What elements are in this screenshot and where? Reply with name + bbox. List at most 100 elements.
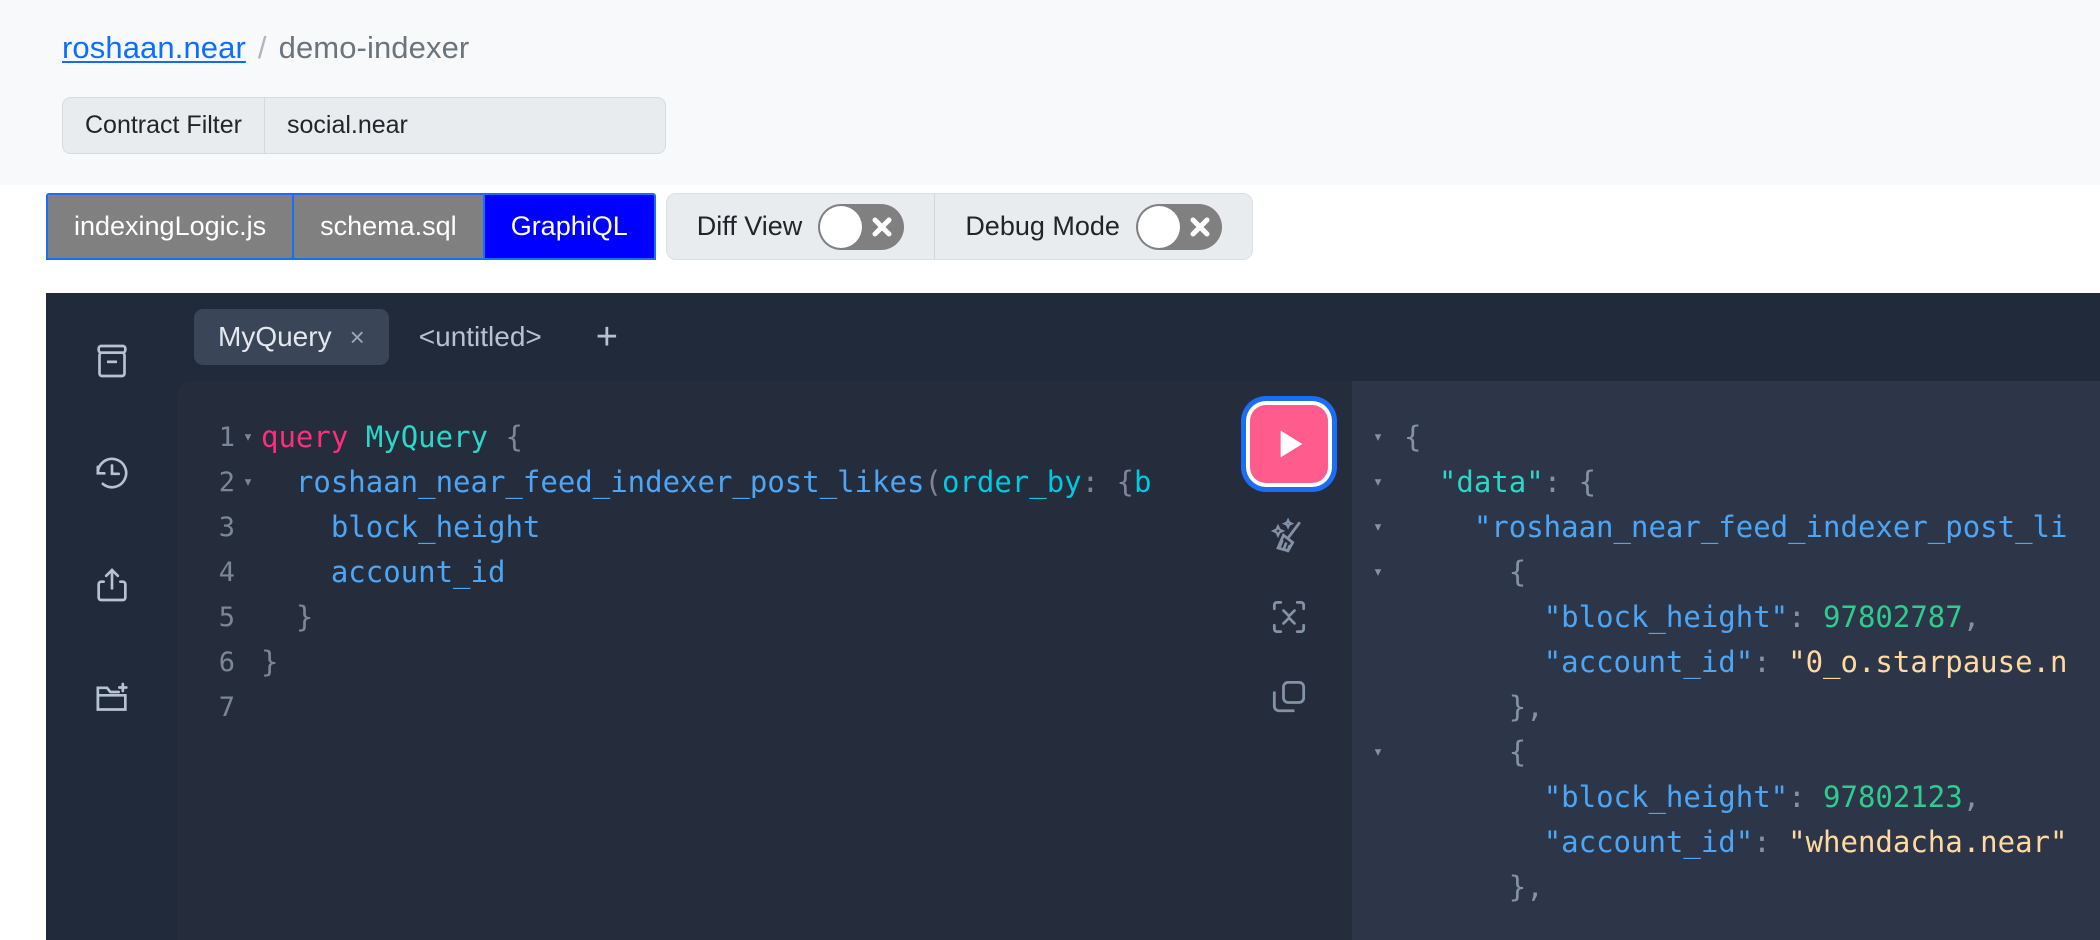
merge-fragments-icon[interactable] xyxy=(1263,591,1315,643)
code-line: 4 account_id xyxy=(177,550,1352,595)
json-line: ▾{ xyxy=(1352,415,2100,460)
tab-schema-sql-label: schema.sql xyxy=(320,211,457,241)
fold-caret-icon[interactable]: ▾ xyxy=(1352,460,1404,505)
query-tab-untitled[interactable]: <untitled> xyxy=(395,309,566,365)
line-number: 5 xyxy=(218,602,235,633)
debug-mode-switch[interactable] xyxy=(1135,203,1222,250)
query-tabbar: MyQuery × <untitled> + xyxy=(177,293,2100,381)
diff-view-label: Diff View xyxy=(696,211,803,241)
debug-mode-toggle-cell: Debug Mode xyxy=(935,194,1252,259)
contract-filter-group: Contract Filter xyxy=(62,97,666,154)
json-line-text: { xyxy=(1404,735,1527,769)
json-line-text: "data": { xyxy=(1438,465,1597,499)
graphiql-panes: 1 ▾ query MyQuery {2 ▾ roshaan_near_feed_in… xyxy=(177,381,2100,940)
breadcrumb-account-link[interactable]: roshaan.near xyxy=(62,30,246,66)
graphiql-sidebar xyxy=(46,293,177,940)
file-tabs: indexingLogic.js schema.sql GraphiQL xyxy=(46,193,656,260)
code-line-text: } xyxy=(261,645,279,679)
line-number: 3 xyxy=(218,512,235,543)
json-line-text: { xyxy=(1404,420,1422,454)
contract-filter-label: Contract Filter xyxy=(63,98,265,153)
json-line: ▾ "data": { xyxy=(1352,460,2100,505)
json-line: }, xyxy=(1352,865,2100,910)
query-editor-pane[interactable]: 1 ▾ query MyQuery {2 ▾ roshaan_near_feed_in… xyxy=(177,381,1352,940)
response-pane[interactable]: ▾{▾ "data": {▾ "roshaan_near_feed_indexe… xyxy=(1352,381,2100,940)
contract-filter-input[interactable] xyxy=(264,98,665,153)
json-line: "account_id": "whendacha.near" xyxy=(1352,820,2100,865)
docs-book-icon[interactable] xyxy=(89,338,135,384)
tab-indexing-logic-label: indexingLogic.js xyxy=(74,211,267,241)
json-line: ▾ { xyxy=(1352,550,2100,595)
code-line: 2 ▾ roshaan_near_feed_indexer_post_likes(… xyxy=(177,460,1352,505)
page-header-band: roshaan.near / demo-indexer Contract Fil… xyxy=(0,0,2100,185)
json-line: ▾ "roshaan_near_feed_indexer_post_li xyxy=(1352,505,2100,550)
response-json: ▾{▾ "data": {▾ "roshaan_near_feed_indexe… xyxy=(1352,415,2100,910)
json-line: "block_height": 97802787, xyxy=(1352,595,2100,640)
fold-caret-icon[interactable]: ▾ xyxy=(235,415,261,460)
json-line: ▾ { xyxy=(1352,730,2100,775)
tab-indexing-logic[interactable]: indexingLogic.js xyxy=(48,195,295,258)
code-line-text: } xyxy=(261,600,314,634)
share-upload-icon[interactable] xyxy=(89,562,135,608)
graphiql-container: MyQuery × <untitled> + 1 ▾ query MyQuery {… xyxy=(46,293,2100,940)
line-number: 2 xyxy=(218,467,235,498)
json-line-text: "account_id": "whendacha.near" xyxy=(1543,825,2068,859)
query-tab-untitled-label: <untitled> xyxy=(418,321,542,352)
line-number: 4 xyxy=(218,557,235,588)
code-line-text: block_height xyxy=(330,510,541,544)
json-line-text: "roshaan_near_feed_indexer_post_li xyxy=(1473,510,2068,544)
tab-graphiql[interactable]: GraphiQL xyxy=(484,195,654,258)
fold-caret-icon[interactable]: ▾ xyxy=(1352,550,1404,595)
breadcrumb-current-indexer: demo-indexer xyxy=(278,30,470,65)
switch-knob xyxy=(1137,205,1180,248)
editor-tabstrip-region: indexingLogic.js schema.sql GraphiQL Dif… xyxy=(0,185,2100,260)
json-line: "block_height": 97802123, xyxy=(1352,775,2100,820)
close-x-icon xyxy=(870,215,894,239)
execute-toolbar xyxy=(1250,405,1328,723)
code-line: 7 xyxy=(177,685,1352,730)
query-editor-code[interactable]: 1 ▾ query MyQuery {2 ▾ roshaan_near_feed_in… xyxy=(177,381,1352,730)
code-line: 3 block_height xyxy=(177,505,1352,550)
add-query-tab-button[interactable]: + xyxy=(572,318,642,356)
tab-schema-sql[interactable]: schema.sql xyxy=(294,195,485,258)
json-line-text: { xyxy=(1404,555,1527,589)
graphiql-main: MyQuery × <untitled> + 1 ▾ query MyQuery {… xyxy=(177,293,2100,940)
diff-view-switch[interactable] xyxy=(818,203,905,250)
code-line: 1 ▾ query MyQuery { xyxy=(177,415,1352,460)
diff-view-toggle-cell: Diff View xyxy=(667,194,936,259)
query-tab-myquery[interactable]: MyQuery × xyxy=(194,309,389,365)
history-clock-icon[interactable] xyxy=(89,450,135,496)
debug-mode-label: Debug Mode xyxy=(965,211,1120,241)
breadcrumb-separator: / xyxy=(257,30,267,65)
play-execute-icon[interactable] xyxy=(1250,405,1328,483)
code-line-text: query MyQuery { xyxy=(261,420,523,454)
line-number: 7 xyxy=(218,692,235,723)
line-number: 6 xyxy=(218,647,235,678)
fold-caret-icon[interactable]: ▾ xyxy=(1352,730,1404,775)
switch-knob xyxy=(820,205,863,248)
json-line-text: }, xyxy=(1404,870,1544,904)
new-folder-icon[interactable] xyxy=(89,674,135,720)
json-line-text: }, xyxy=(1404,690,1544,724)
fold-caret-icon[interactable]: ▾ xyxy=(235,460,261,505)
json-line-text: "account_id": "0_o.starpause.n xyxy=(1543,645,2068,679)
code-line: 6} xyxy=(177,640,1352,685)
close-icon[interactable]: × xyxy=(350,324,365,350)
close-x-icon xyxy=(1188,215,1212,239)
json-line: "account_id": "0_o.starpause.n xyxy=(1352,640,2100,685)
code-line-text: roshaan_near_feed_indexer_post_likes(ord… xyxy=(295,465,1152,499)
fold-caret-icon[interactable]: ▾ xyxy=(1352,415,1404,460)
tab-graphiql-label: GraphiQL xyxy=(510,211,628,241)
fold-caret-icon[interactable]: ▾ xyxy=(1352,505,1404,550)
line-number: 1 xyxy=(218,422,235,453)
code-line-text: account_id xyxy=(330,555,506,589)
prettify-broom-icon[interactable] xyxy=(1263,511,1315,563)
copy-query-icon[interactable] xyxy=(1263,671,1315,723)
json-line: }, xyxy=(1352,685,2100,730)
query-tab-myquery-label: MyQuery xyxy=(218,321,332,352)
code-line: 5 } xyxy=(177,595,1352,640)
breadcrumb: roshaan.near / demo-indexer xyxy=(0,30,2100,66)
json-line-text: "block_height": 97802123, xyxy=(1543,780,1981,814)
mode-toggles: Diff View Debug Mode xyxy=(665,193,1253,260)
json-line-text: "block_height": 97802787, xyxy=(1543,600,1981,634)
